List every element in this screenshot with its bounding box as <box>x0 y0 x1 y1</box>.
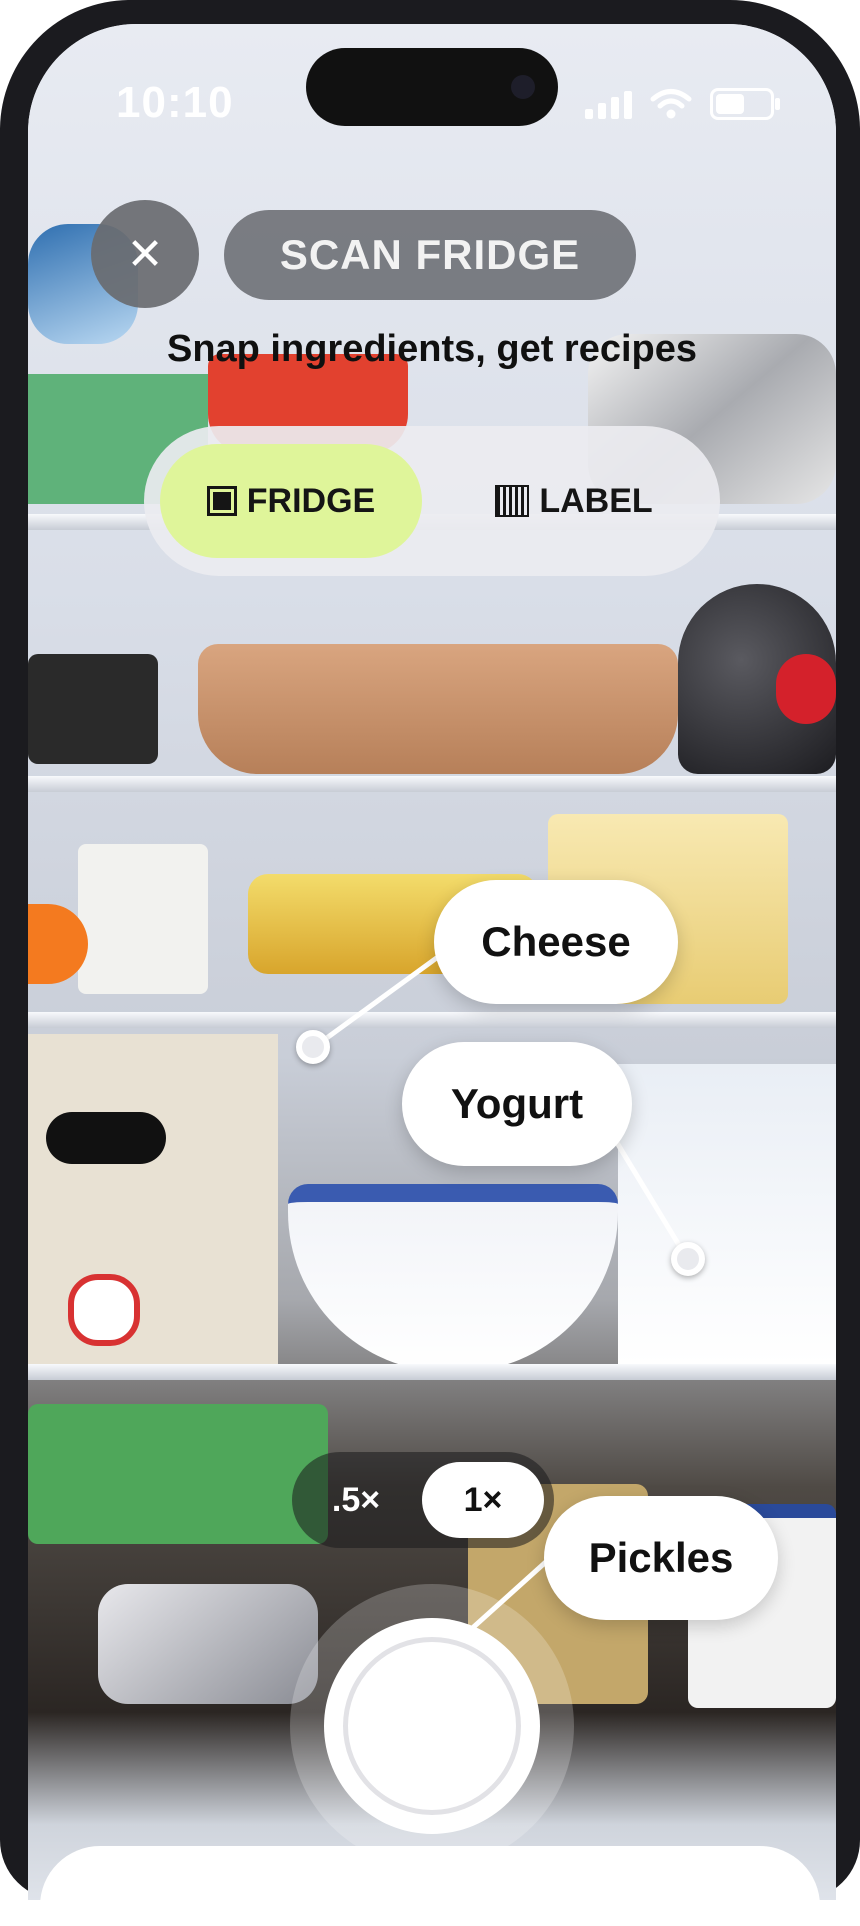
detection-tag-cheese[interactable]: Cheese <box>434 880 678 1004</box>
shutter-button[interactable] <box>324 1618 540 1834</box>
zoom-selector: .5× 1× <box>292 1452 554 1548</box>
cheese-anchor-dot[interactable] <box>296 1030 330 1064</box>
close-icon: ✕ <box>126 228 164 280</box>
status-icons <box>585 88 780 120</box>
shelf <box>28 776 836 792</box>
front-camera-icon <box>511 75 535 99</box>
square-icon <box>206 486 237 516</box>
cellular-signal-icon <box>585 89 632 119</box>
wine-bottle-shape <box>28 654 158 764</box>
egg-tray-shape <box>28 1404 328 1544</box>
yogurt-pots-shape <box>78 844 208 994</box>
shelf <box>28 1012 836 1028</box>
battery-icon <box>710 88 780 120</box>
page-title: SCAN FRIDGE <box>224 210 636 300</box>
wifi-icon <box>650 89 692 119</box>
barcode-icon <box>495 485 530 517</box>
close-button[interactable]: ✕ <box>91 200 199 308</box>
shutter-inner-ring <box>343 1637 521 1815</box>
petit-pots-shape <box>618 1064 836 1364</box>
shelf <box>28 1364 836 1380</box>
mode-label-label: LABEL <box>539 481 653 520</box>
wine-box-handle-shape <box>46 1112 166 1164</box>
yogurt-anchor-dot[interactable] <box>671 1242 705 1276</box>
mode-label-button[interactable]: LABEL <box>444 444 704 558</box>
wine-tap-shape <box>68 1274 140 1346</box>
camera-screen: 10:10 ✕ SCAN FRIDGE Snap ingredients, ge… <box>28 24 836 1900</box>
crab-dish-shape <box>198 644 678 774</box>
detection-tag-yogurt[interactable]: Yogurt <box>402 1042 632 1166</box>
blue-bowl-shape <box>288 1184 618 1372</box>
dynamic-island <box>306 48 558 126</box>
scan-mode-toggle: FRIDGE LABEL <box>144 426 720 576</box>
foil-shape <box>98 1584 318 1704</box>
mode-fridge-button[interactable]: FRIDGE <box>160 444 422 558</box>
zoom-1x-button[interactable]: 1× <box>422 1462 544 1538</box>
mode-fridge-label: FRIDGE <box>246 481 376 520</box>
status-time: 10:10 <box>116 78 234 127</box>
phone-frame: 10:10 ✕ SCAN FRIDGE Snap ingredients, ge… <box>0 0 860 1926</box>
detection-tag-pickles[interactable]: Pickles <box>544 1496 778 1620</box>
bottom-sheet-edge <box>40 1846 820 1926</box>
wine-box-shape <box>28 1034 278 1364</box>
zoom-half-button[interactable]: .5× <box>302 1462 410 1538</box>
red-cap-shape <box>776 654 836 724</box>
page-subtitle: Snap ingredients, get recipes <box>166 328 698 370</box>
